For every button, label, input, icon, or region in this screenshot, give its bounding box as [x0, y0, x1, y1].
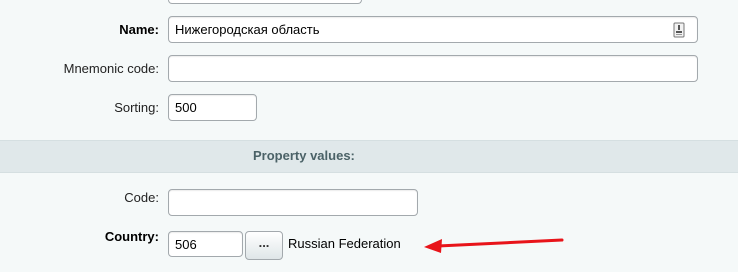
name-label: Name:	[119, 22, 159, 37]
country-label: Country:	[104, 229, 159, 244]
sorting-label: Sorting:	[114, 100, 159, 115]
property-values-title: Property values:	[253, 148, 355, 163]
name-input[interactable]: Нижегородская область	[168, 16, 698, 43]
mnemonic-code-label: Mnemonic code:	[63, 61, 159, 76]
red-arrow-annotation	[424, 238, 564, 253]
country-browse-button[interactable]: ...	[245, 231, 283, 260]
code-input[interactable]	[168, 189, 418, 216]
property-values-header	[0, 140, 738, 173]
previous-field-input[interactable]	[168, 0, 362, 4]
country-id-input[interactable]: 506	[168, 231, 243, 257]
code-label: Code:	[124, 190, 159, 205]
sorting-input[interactable]: 500	[168, 94, 257, 121]
translit-icon[interactable]	[672, 22, 686, 38]
mnemonic-code-input[interactable]	[168, 55, 698, 82]
country-name-text: Russian Federation	[288, 236, 401, 251]
